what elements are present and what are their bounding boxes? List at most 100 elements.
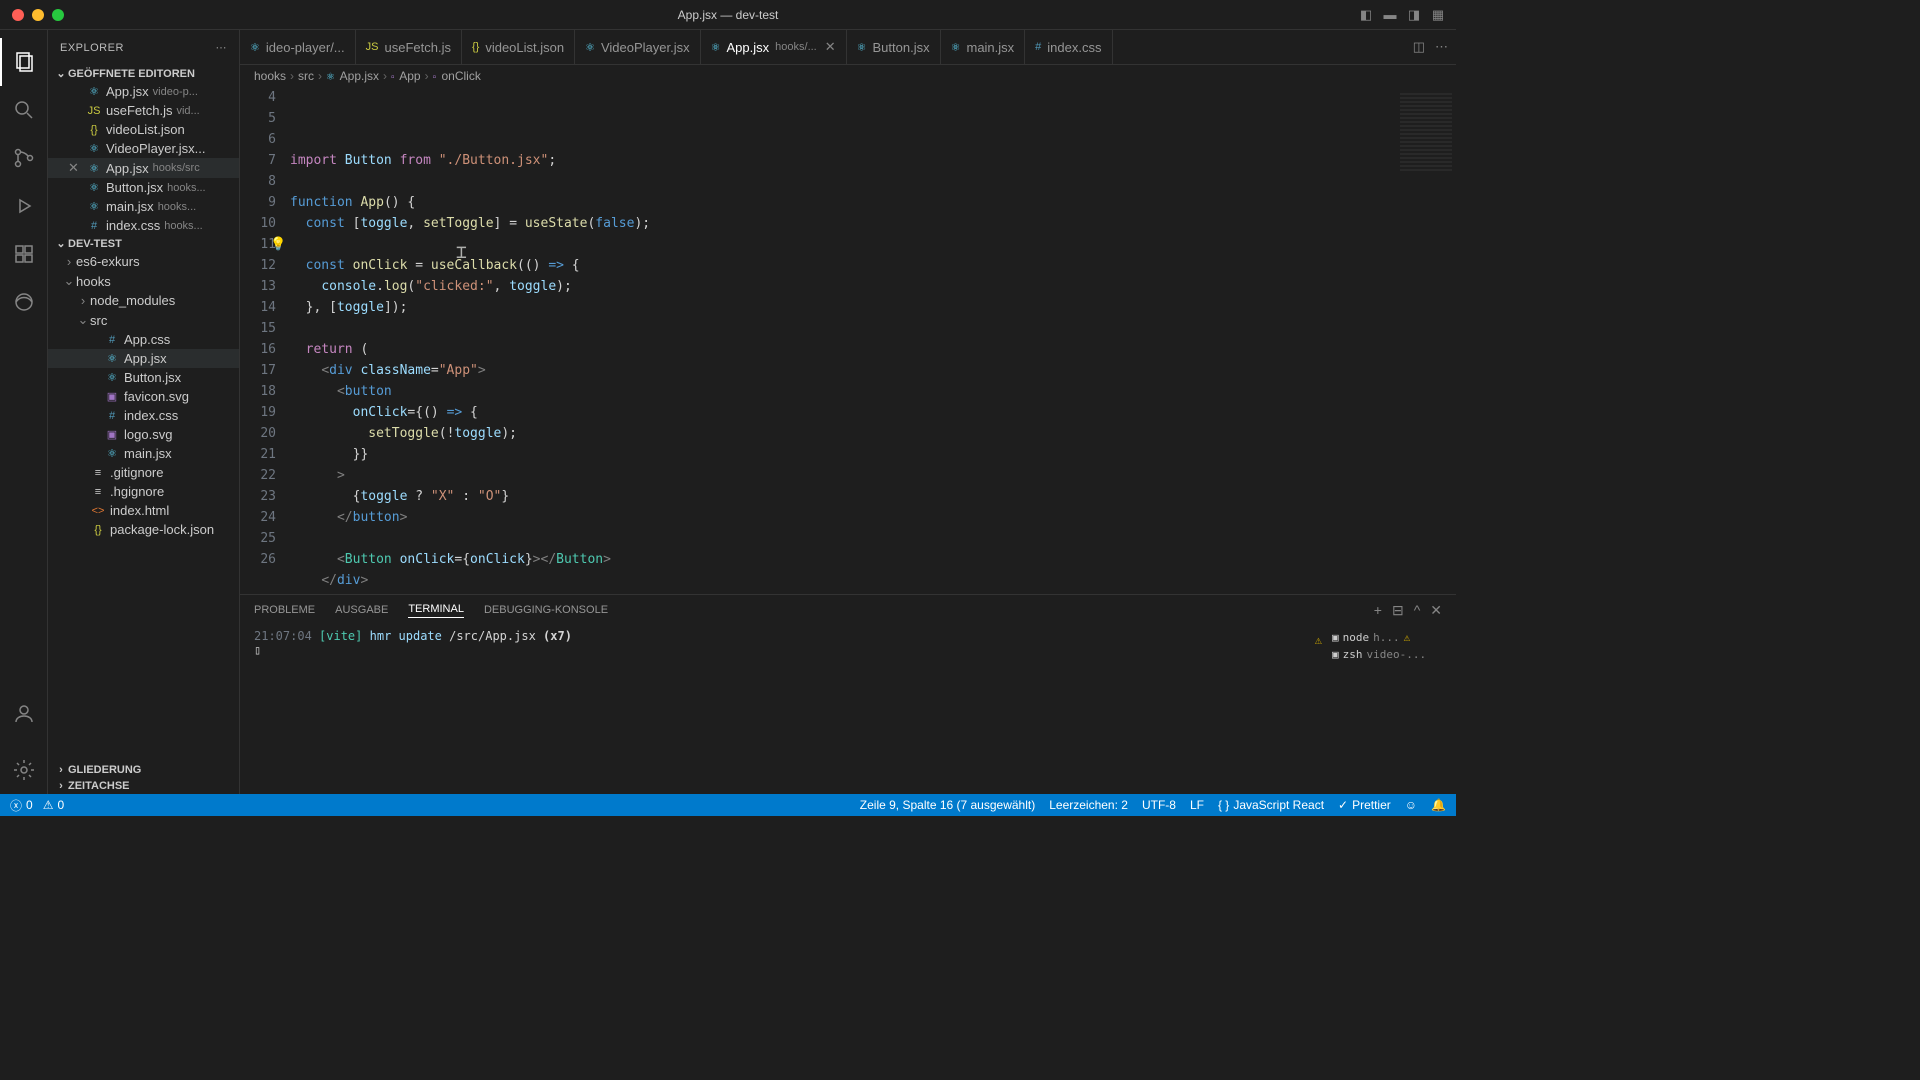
editor-tab[interactable]: {}videoList.json bbox=[462, 30, 575, 64]
status-warnings[interactable]: ⚠ 0 bbox=[43, 798, 64, 812]
file-item[interactable]: ▣logo.svg bbox=[48, 425, 239, 444]
panel-tab[interactable]: AUSGABE bbox=[335, 604, 388, 616]
open-editor-item[interactable]: ⚛Button.jsxhooks... bbox=[48, 178, 239, 197]
breadcrumb-segment[interactable]: ⚛ App.jsx bbox=[326, 69, 379, 83]
project-section[interactable]: ⌄ DEV-TEST bbox=[48, 235, 239, 252]
maximize-panel-icon[interactable]: ^ bbox=[1414, 602, 1421, 619]
open-editor-item[interactable]: {}videoList.json bbox=[48, 120, 239, 139]
file-item[interactable]: ⚛main.jsx bbox=[48, 444, 239, 463]
terminal-icon: ▣ bbox=[1332, 648, 1339, 661]
file-item[interactable]: #index.css bbox=[48, 406, 239, 425]
new-terminal-icon[interactable]: + bbox=[1374, 602, 1382, 619]
close-window[interactable] bbox=[12, 9, 24, 21]
panel-tab[interactable]: TERMINAL bbox=[408, 603, 464, 618]
editor-tab[interactable]: #index.css bbox=[1025, 30, 1112, 64]
panel-right-icon[interactable]: ◨ bbox=[1406, 7, 1422, 23]
open-editor-item[interactable]: ✕⚛App.jsxhooks/src bbox=[48, 158, 239, 178]
activity-extensions[interactable] bbox=[0, 230, 48, 278]
open-editor-item[interactable]: ⚛main.jsxhooks... bbox=[48, 197, 239, 216]
editor-tabs: ⚛ideo-player/...JSuseFetch.js{}videoList… bbox=[240, 30, 1456, 65]
terminal-session[interactable]: ▣zsh video-... bbox=[1332, 646, 1442, 663]
editor-tab[interactable]: ⚛main.jsx bbox=[941, 30, 1026, 64]
editor-tab[interactable]: JSuseFetch.js bbox=[356, 30, 462, 64]
status-errors[interactable]: ⓧ 0 bbox=[10, 797, 33, 814]
folder-item[interactable]: ⌄hooks bbox=[48, 271, 239, 291]
warning-icon[interactable]: ⚠ bbox=[1315, 633, 1322, 647]
file-item[interactable]: ⚛App.jsx bbox=[48, 349, 239, 368]
terminal-icon: ▣ bbox=[1332, 631, 1339, 644]
file-item[interactable]: {}package-lock.json bbox=[48, 520, 239, 539]
code-editor[interactable]: 4567891011121314151617181920212223242526… bbox=[240, 87, 1456, 594]
open-editors-section[interactable]: ⌄ GEÖFFNETE EDITOREN bbox=[48, 65, 239, 82]
terminal-session[interactable]: ▣node h...⚠ bbox=[1332, 629, 1442, 646]
editor-tab[interactable]: ⚛ideo-player/... bbox=[240, 30, 356, 64]
file-name: useFetch.js bbox=[106, 103, 172, 118]
activity-settings[interactable] bbox=[0, 746, 48, 794]
open-editor-item[interactable]: ⚛App.jsxvideo-p... bbox=[48, 82, 239, 101]
sidebar-more-icon[interactable]: ⋯ bbox=[216, 41, 228, 54]
titlebar-layout-controls: ◧ ▬ ◨ ▦ bbox=[1358, 7, 1446, 23]
folder-item[interactable]: ›node_modules bbox=[48, 291, 239, 310]
file-name: App.jsx bbox=[106, 84, 149, 99]
open-editor-item[interactable]: #index.csshooks... bbox=[48, 216, 239, 235]
split-editor-icon[interactable]: ◫ bbox=[1413, 39, 1425, 55]
breadcrumb[interactable]: hooks›src›⚛ App.jsx›▫ App›▫ onClick bbox=[240, 65, 1456, 87]
activity-explorer[interactable] bbox=[0, 38, 48, 86]
main-layout: EXPLORER ⋯ ⌄ GEÖFFNETE EDITOREN ⚛App.jsx… bbox=[0, 30, 1456, 794]
panel-tab[interactable]: PROBLEME bbox=[254, 604, 315, 616]
terminal-body[interactable]: 21:07:04 [vite] hmr update /src/App.jsx … bbox=[240, 625, 1456, 794]
file-item[interactable]: ⚛Button.jsx bbox=[48, 368, 239, 387]
file-item[interactable]: ▣favicon.svg bbox=[48, 387, 239, 406]
status-lang[interactable]: { } JavaScript React bbox=[1218, 798, 1324, 812]
editor-tab[interactable]: ⚛VideoPlayer.jsx bbox=[575, 30, 701, 64]
file-item[interactable]: #App.css bbox=[48, 330, 239, 349]
maximize-window[interactable] bbox=[52, 9, 64, 21]
minimap[interactable] bbox=[1396, 87, 1456, 594]
status-eol[interactable]: LF bbox=[1190, 798, 1204, 812]
open-editor-item[interactable]: JSuseFetch.jsvid... bbox=[48, 101, 239, 120]
panel-bottom-icon[interactable]: ▬ bbox=[1382, 7, 1398, 23]
code-content[interactable]: ⌶ import Button from "./Button.jsx";func… bbox=[290, 87, 1456, 594]
breadcrumb-segment[interactable]: ▫ App bbox=[391, 69, 421, 83]
folder-item[interactable]: ⌄src bbox=[48, 310, 239, 330]
terminal-output[interactable]: 21:07:04 [vite] hmr update /src/App.jsx … bbox=[254, 629, 1315, 790]
timeline-section[interactable]: › ZEITACHSE bbox=[48, 778, 239, 794]
status-bell-icon[interactable]: 🔔 bbox=[1431, 798, 1446, 812]
panel-tab[interactable]: DEBUGGING-KONSOLE bbox=[484, 604, 608, 616]
activity-debug[interactable] bbox=[0, 182, 48, 230]
panel-left-icon[interactable]: ◧ bbox=[1358, 7, 1374, 23]
more-icon[interactable]: ⋯ bbox=[1435, 39, 1448, 55]
status-prettier[interactable]: ✓ Prettier bbox=[1338, 798, 1391, 812]
outline-section[interactable]: › GLIEDERUNG bbox=[48, 762, 239, 778]
activity-scm[interactable] bbox=[0, 134, 48, 182]
editor-tab[interactable]: ⚛Button.jsx bbox=[847, 30, 941, 64]
file-name: main.jsx bbox=[106, 199, 154, 214]
split-terminal-icon[interactable]: ⊟ bbox=[1392, 602, 1404, 619]
open-editor-item[interactable]: ⚛VideoPlayer.jsx... bbox=[48, 139, 239, 158]
folder-item[interactable]: ›es6-exkurs bbox=[48, 252, 239, 271]
file-item[interactable]: ≡.hgignore bbox=[48, 482, 239, 501]
status-encoding[interactable]: UTF-8 bbox=[1142, 798, 1176, 812]
file-item[interactable]: <>index.html bbox=[48, 501, 239, 520]
activity-edge[interactable] bbox=[0, 278, 48, 326]
status-feedback-icon[interactable]: ☺ bbox=[1405, 798, 1417, 812]
layout-grid-icon[interactable]: ▦ bbox=[1430, 7, 1446, 23]
status-position[interactable]: Zeile 9, Spalte 16 (7 ausgewählt) bbox=[860, 798, 1035, 812]
react-icon: ⚛ bbox=[86, 162, 102, 175]
close-panel-icon[interactable]: ✕ bbox=[1430, 602, 1442, 619]
sidebar-header: EXPLORER ⋯ bbox=[48, 30, 239, 65]
status-spaces[interactable]: Leerzeichen: 2 bbox=[1049, 798, 1128, 812]
file-item[interactable]: ≡.gitignore bbox=[48, 463, 239, 482]
breadcrumb-segment[interactable]: hooks bbox=[254, 69, 286, 83]
close-icon[interactable]: ✕ bbox=[825, 39, 836, 55]
close-icon[interactable]: ✕ bbox=[68, 160, 86, 176]
editor-tab[interactable]: ⚛App.jsxhooks/...✕ bbox=[701, 30, 847, 64]
open-editors-label: GEÖFFNETE EDITOREN bbox=[68, 68, 195, 80]
chevron-down-icon: ⌄ bbox=[54, 67, 68, 80]
activity-account[interactable] bbox=[0, 690, 48, 738]
minimize-window[interactable] bbox=[32, 9, 44, 21]
project-label: DEV-TEST bbox=[68, 238, 122, 250]
breadcrumb-segment[interactable]: ▫ onClick bbox=[433, 69, 481, 83]
activity-search[interactable] bbox=[0, 86, 48, 134]
breadcrumb-segment[interactable]: src bbox=[298, 69, 314, 83]
